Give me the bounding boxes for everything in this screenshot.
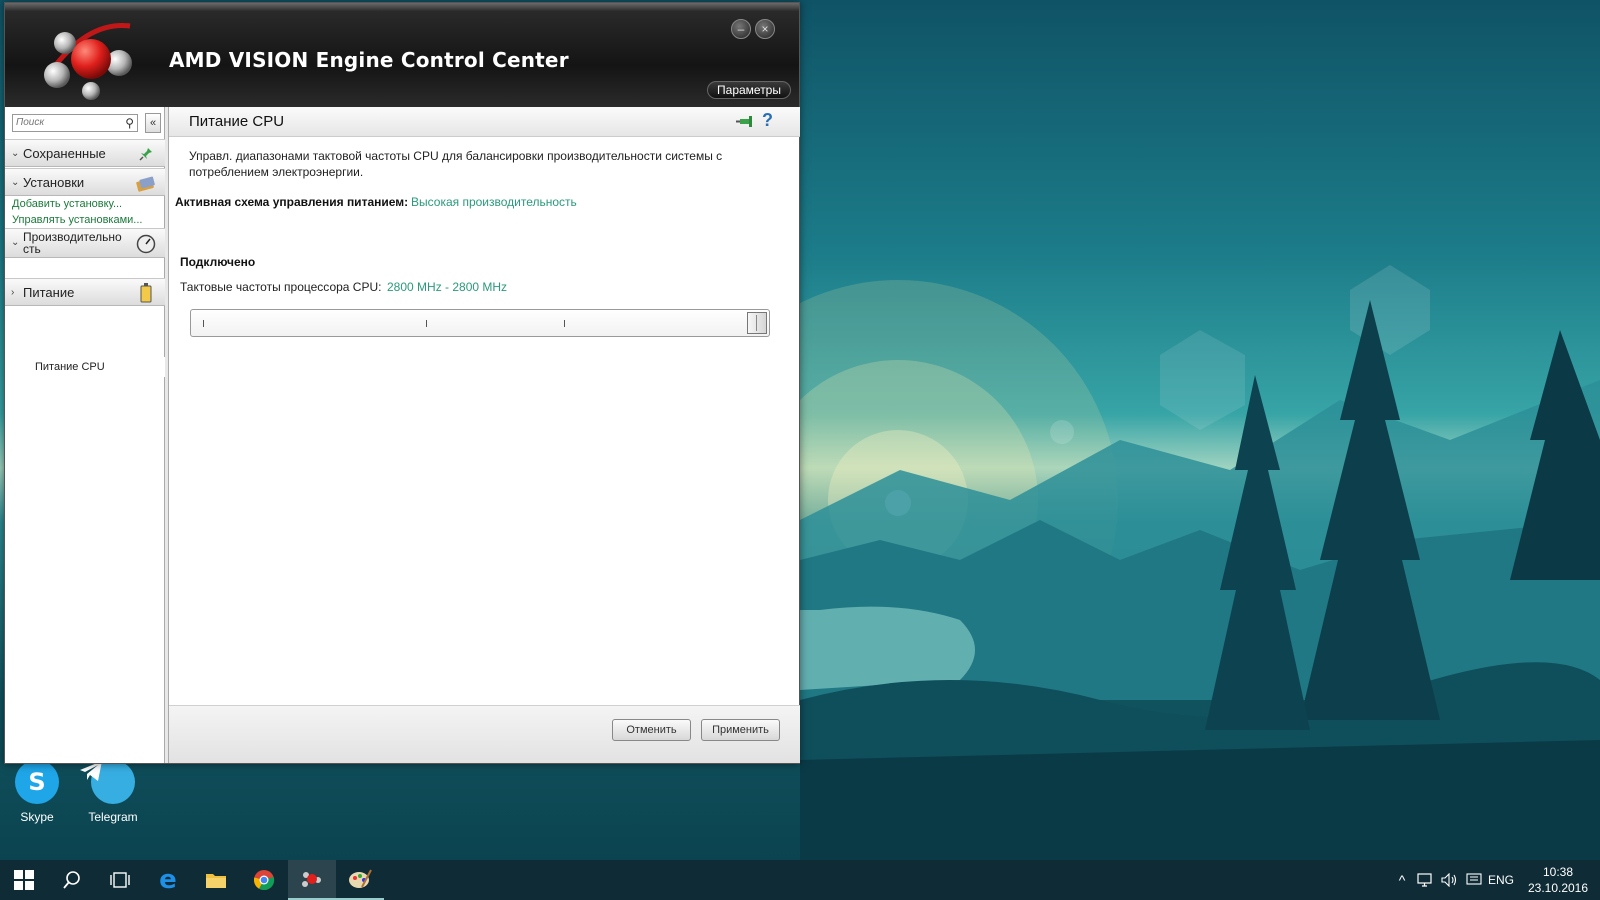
sidebar-item-performance[interactable]: ⌄ Производительно сть (5, 228, 165, 258)
taskbar-paint[interactable] (336, 860, 384, 900)
taskbar-search-button[interactable] (48, 860, 96, 900)
pin-to-favorites-icon[interactable] (734, 113, 754, 131)
sidebar-item-label: Установки (23, 174, 85, 190)
gauge-icon (135, 233, 157, 255)
slider-tick (426, 320, 427, 327)
sidebar-item-label: Сохраненные (23, 145, 106, 161)
content-pane: Питание CPU ? Управл. диапазонами тактов… (168, 107, 800, 763)
chevron-down-icon: ⌄ (11, 147, 20, 159)
help-icon[interactable]: ? (762, 110, 773, 131)
battery-icon (135, 282, 157, 304)
desktop-icon-skype[interactable]: S Skype (2, 760, 72, 824)
presets-icon (135, 172, 157, 194)
apply-button[interactable]: Применить (701, 719, 780, 741)
sidebar-item-power[interactable]: › Питание (5, 278, 165, 306)
edge-icon: e (159, 865, 177, 895)
chevron-down-icon: ⌄ (11, 176, 20, 188)
sidebar: ⚲ « ⌄ Сохраненные ⌄ Установки Добавить у… (5, 107, 165, 763)
show-hidden-icons-button[interactable]: ^ (1390, 860, 1414, 900)
sidebar-item-label: Питание (23, 284, 75, 300)
chrome-icon (253, 870, 275, 891)
power-scheme-value: Высокая производительность (411, 195, 577, 209)
content-header: Питание CPU ? (169, 107, 800, 137)
manage-installs-link[interactable]: Управлять установками... (12, 214, 142, 226)
amd-vision-icon (302, 872, 321, 887)
window-title: AMD VISION Engine Control Center (169, 48, 569, 72)
sidebar-item-cpu-power[interactable]: Питание CPU (5, 357, 165, 377)
search-icon (63, 871, 80, 889)
slider-thumb[interactable] (747, 312, 767, 334)
parameters-button[interactable]: Параметры (707, 81, 791, 99)
close-button[interactable]: × (755, 19, 775, 39)
clock-date: 23.10.2016 (1527, 881, 1589, 895)
title-bar[interactable]: AMD VISION Engine Control Center – × Пар… (5, 3, 799, 107)
dialog-footer: Отменить Применить (169, 705, 800, 763)
connected-section-label: Подключено (180, 255, 256, 269)
chevron-down-icon: ⌄ (11, 237, 20, 248)
pin-icon (135, 143, 157, 165)
minimize-button[interactable]: – (731, 19, 751, 39)
desktop-icon-label: Skype (20, 810, 54, 824)
taskbar: e ^ ENG 10:38 23.10.2016 (0, 860, 1600, 900)
notifications-icon (1466, 873, 1482, 885)
amd-control-center-window: AMD VISION Engine Control Center – × Пар… (4, 2, 800, 764)
taskbar-amd-vision[interactable] (288, 860, 336, 900)
volume-tray[interactable] (1438, 860, 1462, 900)
slider-tick (203, 320, 204, 327)
start-icon (14, 870, 34, 890)
collapse-sidebar-button[interactable]: « (145, 113, 161, 133)
search-box[interactable]: ⚲ (12, 114, 138, 132)
sidebar-item-label: Производительно сть (23, 231, 122, 255)
chevron-right-icon: › (11, 286, 15, 298)
taskbar-edge[interactable]: e (144, 860, 192, 900)
search-input[interactable] (16, 117, 116, 128)
file-explorer-icon (206, 874, 226, 888)
amd-logo-icon (44, 23, 132, 100)
desktop-icon-label: Telegram (88, 810, 138, 824)
cpu-frequency-value: 2800 MHz - 2800 MHz (387, 280, 508, 294)
language-indicator[interactable]: ENG (1486, 860, 1516, 900)
chevron-up-icon: ^ (1398, 872, 1406, 888)
skype-icon: S (15, 760, 59, 804)
taskbar-file-explorer[interactable] (192, 860, 240, 900)
network-icon (1417, 873, 1432, 887)
desktop-icon-telegram[interactable]: Telegram (78, 760, 148, 824)
page-title: Питание CPU (189, 113, 285, 130)
task-view-icon (110, 872, 130, 888)
sidebar-item-installs[interactable]: ⌄ Установки (5, 168, 165, 196)
cpu-frequency-slider[interactable] (190, 309, 770, 337)
clock-time: 10:38 (1542, 865, 1574, 879)
task-view-button[interactable] (96, 860, 144, 900)
network-tray[interactable] (1414, 860, 1438, 900)
slider-tick (564, 320, 565, 327)
clock[interactable]: 10:38 23.10.2016 (1520, 864, 1596, 896)
cancel-button[interactable]: Отменить (612, 719, 691, 741)
taskbar-chrome[interactable] (240, 860, 288, 900)
start-button[interactable] (0, 860, 48, 900)
page-description: Управл. диапазонами тактовой частоты CPU… (189, 149, 723, 179)
add-install-link[interactable]: Добавить установку... (12, 198, 122, 210)
cpu-frequency-label: Тактовые частоты процессора CPU: (180, 280, 382, 294)
performance-label-line2: сть (23, 242, 41, 256)
telegram-icon (80, 760, 135, 804)
sidebar-item-saved[interactable]: ⌄ Сохраненные (5, 139, 165, 167)
action-center-tray[interactable] (1462, 860, 1486, 900)
power-scheme-label: Активная схема управления питанием: (175, 195, 409, 209)
paint-icon (349, 869, 372, 888)
search-icon[interactable]: ⚲ (125, 116, 134, 130)
volume-icon (1441, 873, 1457, 887)
